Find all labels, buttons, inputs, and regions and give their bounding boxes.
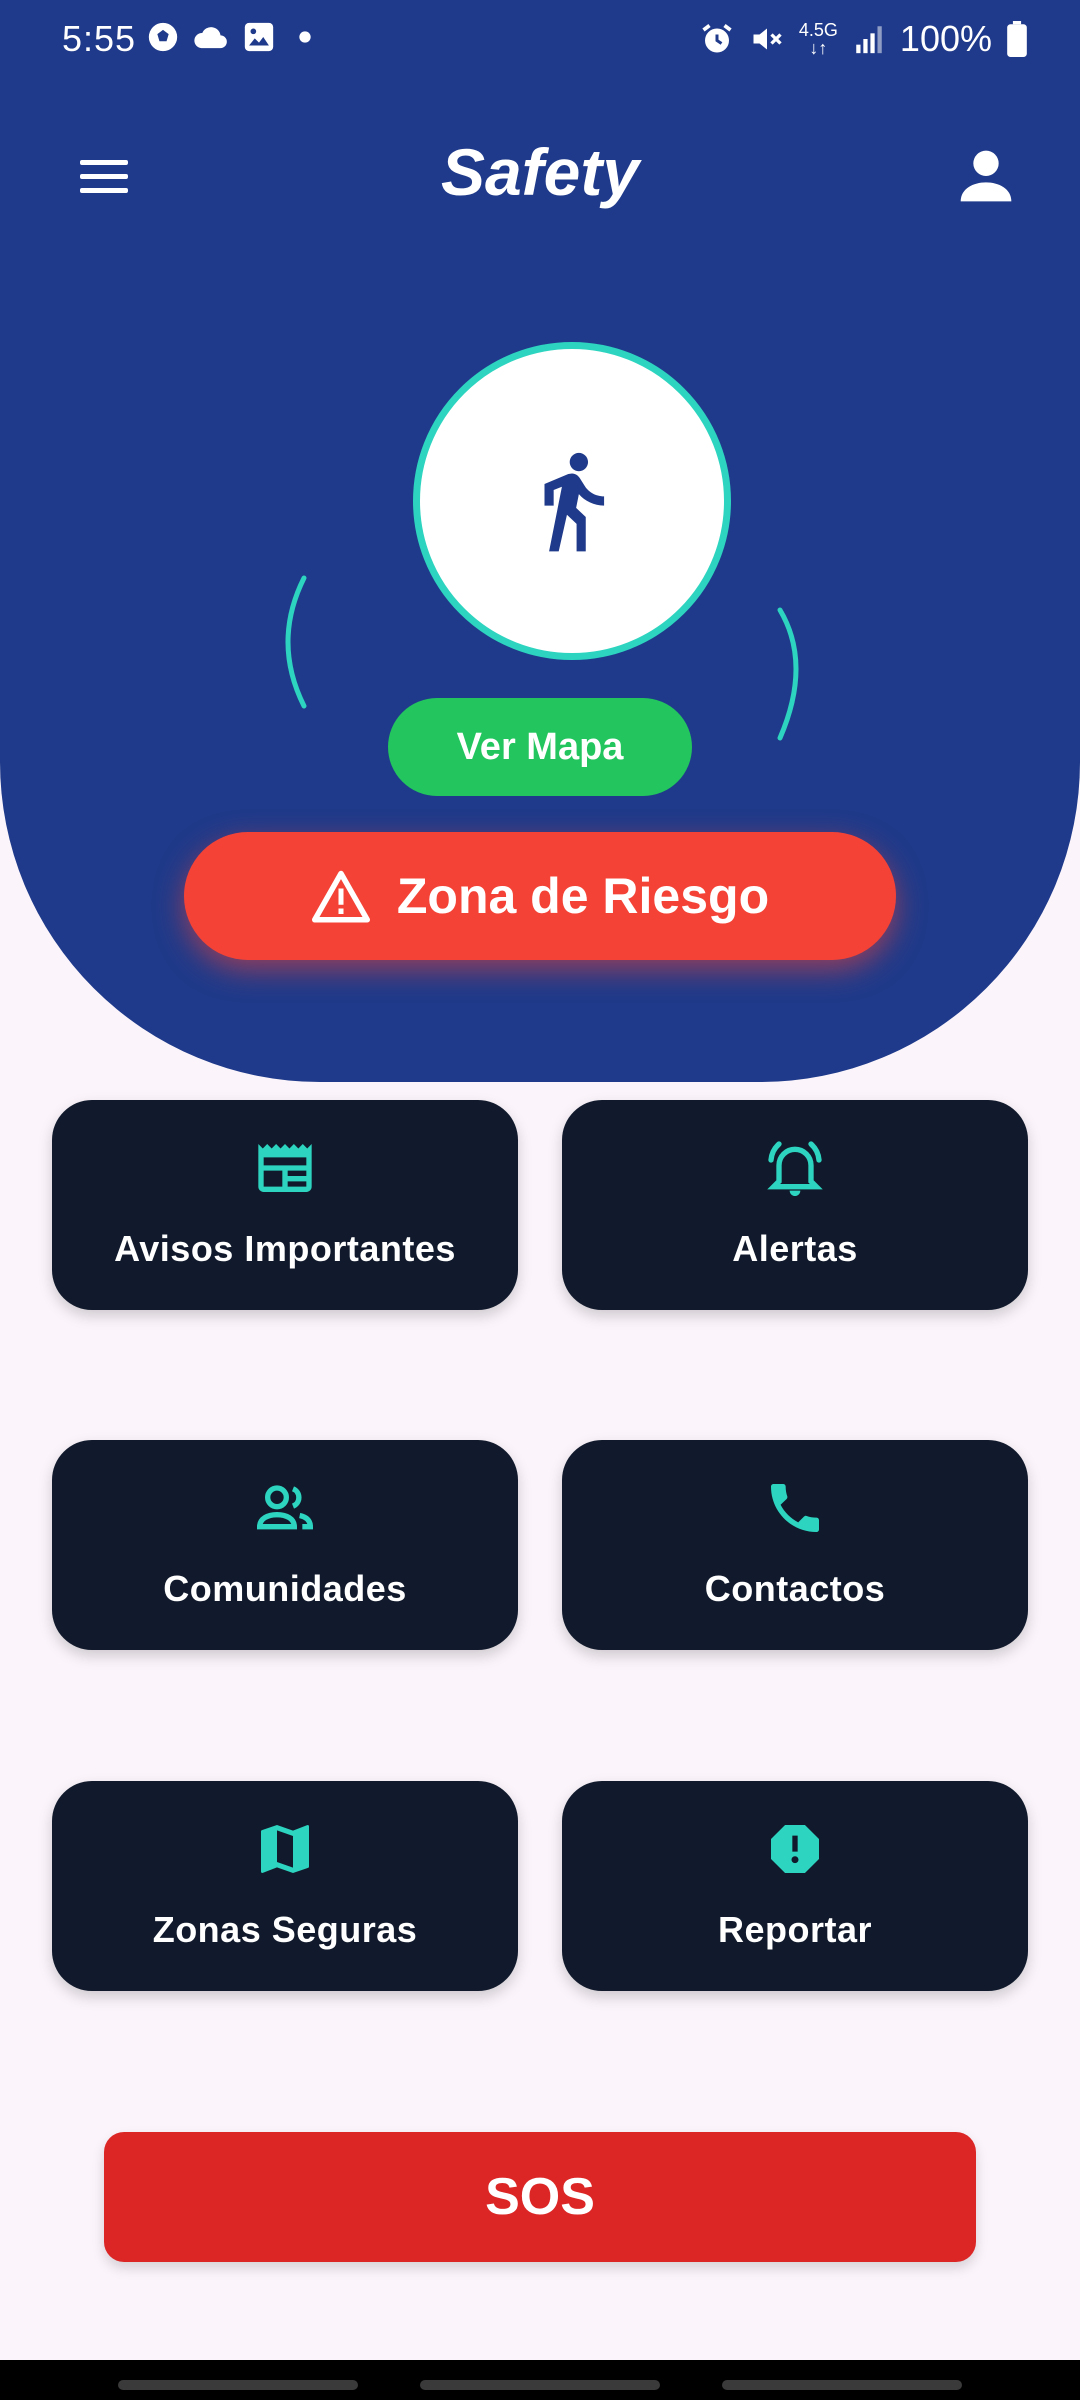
walking-person-icon — [544, 452, 605, 552]
report-icon — [771, 1825, 819, 1873]
soccer-icon — [148, 22, 178, 52]
tile-label: Avisos Importantes — [114, 1228, 456, 1269]
view-map-button[interactable]: Ver Mapa — [388, 698, 692, 796]
signal-arc-right — [777, 607, 799, 741]
dot-icon — [299, 31, 311, 43]
system-navigation-bar — [0, 2360, 1080, 2400]
newspaper-icon — [258, 1144, 312, 1192]
nav-back-handle[interactable] — [722, 2380, 962, 2390]
alarm-icon — [702, 24, 732, 53]
network-label: 4.5G — [798, 20, 838, 40]
tile-label: Reportar — [717, 1909, 873, 1950]
tile-comunidades[interactable]: Comunidades — [52, 1440, 518, 1650]
map-icon — [261, 1825, 309, 1873]
status-left-icons — [146, 20, 322, 54]
tile-label: Comunidades — [163, 1568, 407, 1609]
sos-button[interactable]: SOS — [104, 2132, 976, 2262]
app-title: Safety — [440, 135, 640, 209]
tile-alertas[interactable]: Alertas — [562, 1100, 1028, 1310]
bell-ring-icon — [767, 1141, 823, 1196]
risk-zone-button[interactable]: Zona de Riesgo — [184, 832, 896, 960]
warning-icon — [311, 870, 370, 923]
mute-icon — [753, 28, 782, 50]
tile-contactos[interactable]: Contactos — [562, 1440, 1028, 1650]
status-bar: 5:55 4.5G ↓↑ 100% — [0, 0, 1080, 80]
network-icon: 4.5G ↓↑ — [799, 21, 838, 57]
image-icon — [244, 22, 274, 52]
tile-zonas-seguras[interactable]: Zonas Seguras — [52, 1781, 518, 1991]
tile-label: Contactos — [704, 1568, 886, 1609]
app-bar: Safety — [0, 120, 1080, 230]
cloud-icon — [194, 27, 227, 49]
profile-button[interactable] — [948, 138, 1024, 214]
status-time: 5:55 — [62, 18, 137, 59]
tile-avisos-importantes[interactable]: Avisos Importantes — [52, 1100, 518, 1310]
tile-label: Zonas Seguras — [152, 1909, 418, 1950]
tile-reportar[interactable]: Reportar — [562, 1781, 1028, 1991]
battery-percentage: 100% — [899, 18, 992, 59]
people-icon — [256, 1485, 314, 1530]
phone-icon — [771, 1484, 819, 1532]
walk-mode-button[interactable] — [413, 342, 731, 660]
risk-zone-label: Zona de Riesgo — [396, 868, 770, 924]
status-right-icons: 4.5G ↓↑ 100% — [699, 18, 1028, 60]
tile-label: Alertas — [732, 1228, 858, 1269]
signal-icon — [856, 26, 882, 54]
nav-home-handle[interactable] — [420, 2380, 660, 2390]
signal-arc-left — [285, 575, 307, 709]
profile-icon — [960, 150, 1012, 202]
nav-recents-handle[interactable] — [118, 2380, 358, 2390]
network-arrows-icon: ↓↑ — [809, 38, 828, 58]
battery-icon — [1007, 21, 1027, 57]
